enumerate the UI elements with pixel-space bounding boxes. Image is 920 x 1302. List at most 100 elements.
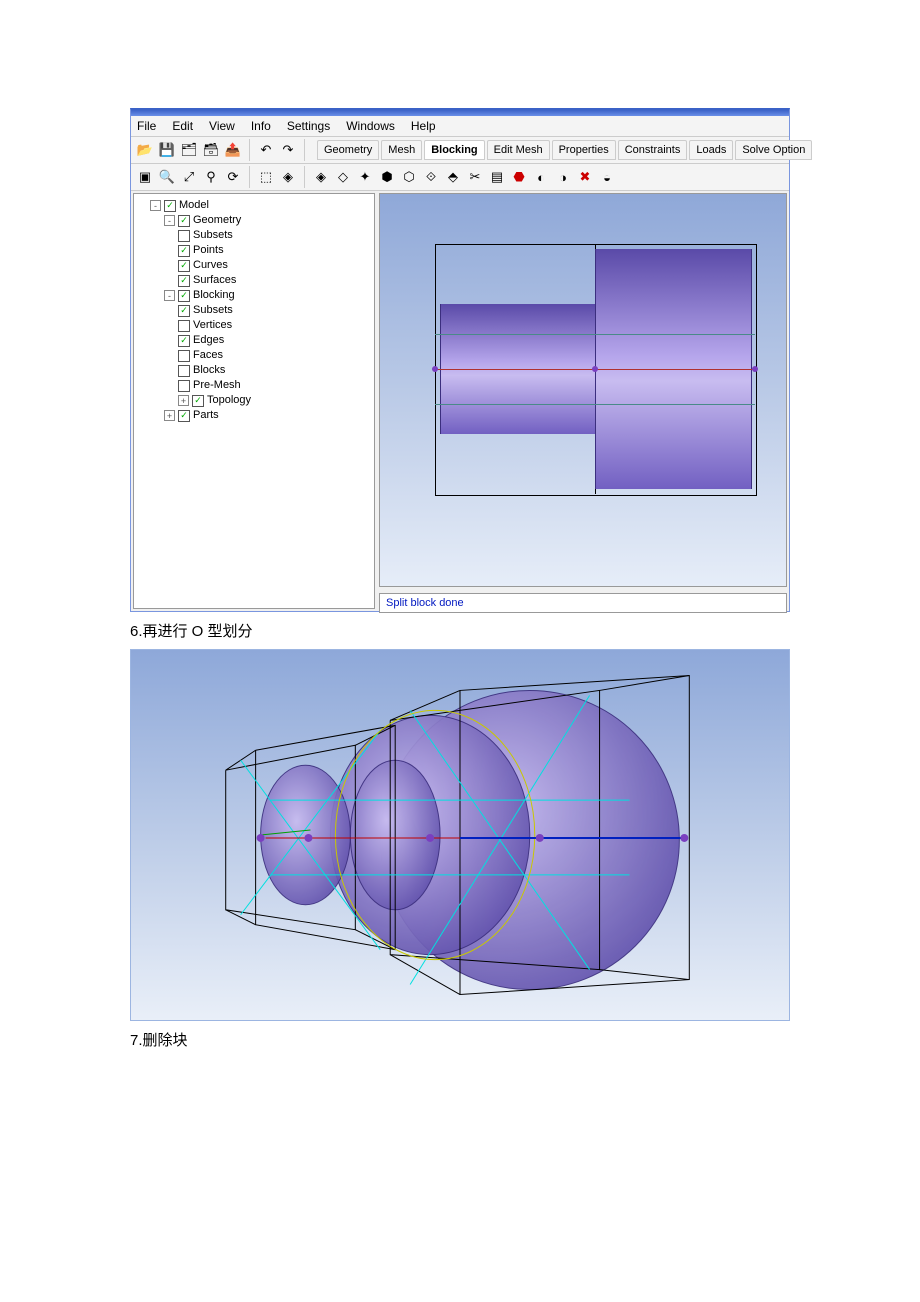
menu-edit[interactable]: Edit <box>172 119 193 133</box>
tree-expander-icon[interactable]: - <box>164 290 175 301</box>
tree-node-subsets[interactable]: Subsets <box>193 303 233 318</box>
tree-checkbox[interactable]: ✓ <box>178 335 190 347</box>
menu-bar: File Edit View Info Settings Windows Hel… <box>131 116 789 137</box>
toolbar-row-1: 📂 💾 🗂 🗃 📤 ↶ ↷ Geometry Mesh Blocking Edi… <box>131 137 789 164</box>
local-axis-icon[interactable]: ⚲ <box>201 167 221 187</box>
tab-constraints[interactable]: Constraints <box>618 140 688 160</box>
tree-checkbox[interactable]: ✓ <box>178 305 190 317</box>
tree-expander-icon[interactable]: + <box>164 410 175 421</box>
block-edge <box>435 334 755 335</box>
geometry-file-icon[interactable]: 🗃 <box>201 140 221 160</box>
tree-checkbox[interactable]: ✓ <box>178 320 190 332</box>
blocking-tool-icon[interactable]: ⬢ <box>377 167 397 187</box>
refresh-icon[interactable]: ⟳ <box>223 167 243 187</box>
tree-node-curves[interactable]: Curves <box>193 258 228 273</box>
ribbon-tabs: Geometry Mesh Blocking Edit Mesh Propert… <box>313 138 816 162</box>
tab-mesh[interactable]: Mesh <box>381 140 422 160</box>
blocking-delete-icon[interactable]: ✖ <box>575 167 595 187</box>
tree-checkbox[interactable]: ✓ <box>178 275 190 287</box>
undo-icon[interactable]: ↶ <box>256 140 276 160</box>
menu-settings[interactable]: Settings <box>287 119 330 133</box>
tree-node-surfaces[interactable]: Surfaces <box>193 273 236 288</box>
solid-icon[interactable]: ◈ <box>278 167 298 187</box>
tree-node-parts[interactable]: Parts <box>193 408 219 423</box>
model-tree[interactable]: -✓Model -✓Geometry ✓Subsets ✓Points ✓Cur… <box>134 194 374 427</box>
tree-node-subsets[interactable]: Subsets <box>193 228 233 243</box>
tab-geometry[interactable]: Geometry <box>317 140 379 160</box>
tree-node-vertices[interactable]: Vertices <box>193 318 232 333</box>
tree-node-model[interactable]: Model <box>179 198 209 213</box>
blocking-tool-icon[interactable]: ⬡ <box>399 167 419 187</box>
ogrid-wireframe <box>131 650 789 1020</box>
tree-node-geometry[interactable]: Geometry <box>193 213 241 228</box>
blocking-tool-icon[interactable]: ▤ <box>487 167 507 187</box>
tree-node-topology[interactable]: Topology <box>207 393 251 408</box>
blocking-tool-icon[interactable]: ◒ <box>597 167 617 187</box>
toolbar-divider <box>249 166 250 188</box>
blocking-tool-icon[interactable]: ⬣ <box>509 167 529 187</box>
tree-node-faces[interactable]: Faces <box>193 348 223 363</box>
blocking-tool-icon[interactable]: ◈ <box>311 167 331 187</box>
tree-node-points[interactable]: Points <box>193 243 224 258</box>
block-vertex <box>752 366 758 372</box>
menu-help[interactable]: Help <box>411 119 436 133</box>
display-box-icon[interactable]: ▣ <box>135 167 155 187</box>
blocking-tool-icon[interactable]: ✂ <box>465 167 485 187</box>
menu-file[interactable]: File <box>137 119 156 133</box>
tree-checkbox[interactable]: ✓ <box>178 350 190 362</box>
zoom-icon[interactable]: 🔍 <box>157 167 177 187</box>
menu-view[interactable]: View <box>209 119 235 133</box>
status-bar: Split block done <box>379 593 787 613</box>
blocking-tool-icon[interactable]: ⟐ <box>421 167 441 187</box>
tree-node-blocks[interactable]: Blocks <box>193 363 225 378</box>
toolbar-row-2: ▣ 🔍 ⤢ ⚲ ⟳ ⬚ ◈ ◈ ◇ ✦ ⬢ ⬡ ⟐ ⬘ ✂ ▤ ⬣ ◐ ◑ ✖ … <box>131 164 789 191</box>
step-caption-6: 6.再进行 O 型划分 <box>130 620 790 641</box>
tree-checkbox[interactable]: ✓ <box>178 230 190 242</box>
toolbar-divider <box>304 139 305 161</box>
toolbar-divider <box>304 166 305 188</box>
tab-blocking[interactable]: Blocking <box>424 140 484 160</box>
block-vertex <box>432 366 438 372</box>
project-icon[interactable]: 🗂 <box>179 140 199 160</box>
redo-icon[interactable]: ↷ <box>278 140 298 160</box>
wireframe-icon[interactable]: ⬚ <box>256 167 276 187</box>
tree-expander-icon[interactable]: + <box>178 395 189 406</box>
app-window: File Edit View Info Settings Windows Hel… <box>130 108 790 612</box>
tree-checkbox[interactable]: ✓ <box>178 365 190 377</box>
blocking-tool-icon[interactable]: ✦ <box>355 167 375 187</box>
tab-loads[interactable]: Loads <box>689 140 733 160</box>
figure-ogrid-view <box>130 649 790 1021</box>
blocking-tool-icon[interactable]: ◇ <box>333 167 353 187</box>
tree-checkbox[interactable]: ✓ <box>178 245 190 257</box>
tree-checkbox[interactable]: ✓ <box>178 215 190 227</box>
tree-checkbox[interactable]: ✓ <box>192 395 204 407</box>
fit-icon[interactable]: ⤢ <box>179 167 199 187</box>
tree-checkbox[interactable]: ✓ <box>178 260 190 272</box>
toolbar-divider <box>249 139 250 161</box>
save-icon[interactable]: 💾 <box>157 140 177 160</box>
menu-info[interactable]: Info <box>251 119 271 133</box>
tab-properties[interactable]: Properties <box>552 140 616 160</box>
export-icon[interactable]: 📤 <box>223 140 243 160</box>
tab-edit-mesh[interactable]: Edit Mesh <box>487 140 550 160</box>
block-vertex <box>592 366 598 372</box>
tree-node-blocking[interactable]: Blocking <box>193 288 235 303</box>
blocking-tool-icon[interactable]: ⬘ <box>443 167 463 187</box>
tree-node-pre-mesh[interactable]: Pre-Mesh <box>193 378 241 393</box>
tree-node-edges[interactable]: Edges <box>193 333 224 348</box>
blocking-tool-icon[interactable]: ◐ <box>531 167 551 187</box>
model-tree-panel: -✓Model -✓Geometry ✓Subsets ✓Points ✓Cur… <box>133 193 375 609</box>
tree-expander-icon[interactable]: - <box>164 215 175 226</box>
tree-checkbox[interactable]: ✓ <box>178 380 190 392</box>
tree-checkbox[interactable]: ✓ <box>164 200 176 212</box>
open-icon[interactable]: 📂 <box>135 140 155 160</box>
tree-checkbox[interactable]: ✓ <box>178 290 190 302</box>
step-caption-7: 7.删除块 <box>130 1029 790 1050</box>
menu-windows[interactable]: Windows <box>346 119 395 133</box>
viewport-3d[interactable] <box>379 193 787 587</box>
tree-expander-icon[interactable]: - <box>150 200 161 211</box>
tab-solve-options[interactable]: Solve Option <box>735 140 812 160</box>
status-message: Split block done <box>386 597 464 609</box>
blocking-tool-icon[interactable]: ◑ <box>553 167 573 187</box>
tree-checkbox[interactable]: ✓ <box>178 410 190 422</box>
